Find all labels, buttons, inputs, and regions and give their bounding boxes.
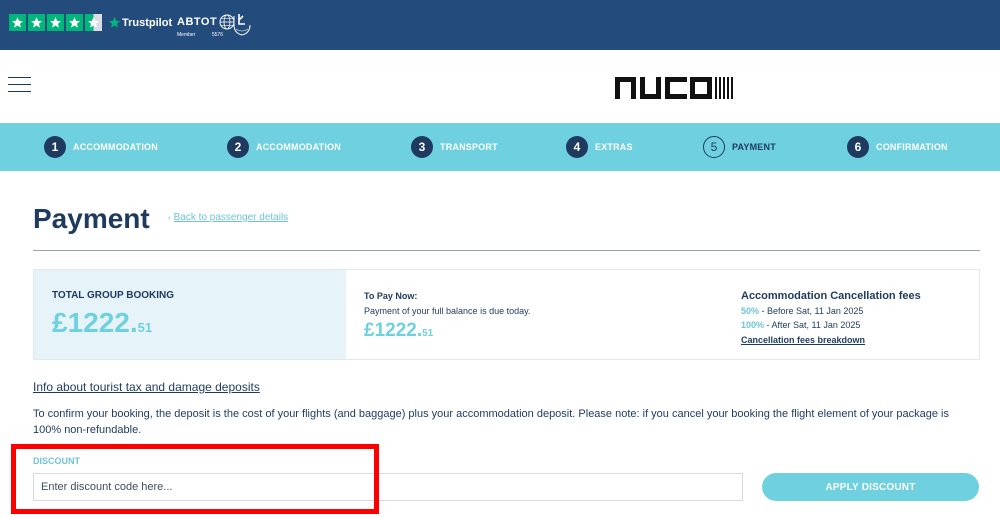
trustpilot-star-icon xyxy=(109,17,120,28)
abtot-badge: ABTOT Member 5576 xyxy=(177,14,235,38)
cancellation-fee-percent: 50% xyxy=(741,306,760,316)
step-number: 1 xyxy=(44,136,66,158)
step-accommodation-2[interactable]: 2 ACCOMMODATION xyxy=(227,136,341,158)
page-title: Payment xyxy=(33,203,150,234)
cancellation-fee-text: - After Sat, 11 Jan 2025 xyxy=(764,320,861,330)
step-number: 5 xyxy=(703,136,725,158)
top-bar: Trustpilot ABTOT Member 5576 xyxy=(0,0,1000,50)
to-pay-amount-main: £1222 xyxy=(364,320,417,341)
to-pay-amount-cents: 51 xyxy=(422,328,434,339)
booking-summary: TOTAL GROUP BOOKING £1222.51 To Pay Now:… xyxy=(33,269,980,360)
step-transport[interactable]: 3 TRANSPORT xyxy=(411,136,498,158)
brand-logo[interactable] xyxy=(614,75,736,106)
star-icon xyxy=(66,14,83,31)
total-amount: £1222.51 xyxy=(52,307,153,338)
to-pay-now-note: Payment of your full balance is due toda… xyxy=(364,306,531,316)
step-number: 2 xyxy=(227,136,249,158)
chevron-left-icon: ‹ xyxy=(168,213,171,222)
step-payment[interactable]: 5 PAYMENT xyxy=(703,136,776,158)
total-group-booking-label: TOTAL GROUP BOOKING xyxy=(52,290,175,301)
abtot-member-label: Member xyxy=(177,32,196,38)
step-number: 4 xyxy=(566,136,588,158)
step-accommodation-1[interactable]: 1 ACCOMMODATION xyxy=(44,136,158,158)
step-label: CONFIRMATION xyxy=(876,142,948,152)
step-label: ACCOMMODATION xyxy=(73,142,158,152)
star-icon xyxy=(28,14,45,31)
cancellation-fees-title: Accommodation Cancellation fees xyxy=(741,290,921,302)
discount-label: DISCOUNT xyxy=(33,456,80,466)
cancellation-fee-text: - Before Sat, 11 Jan 2025 xyxy=(759,306,864,316)
trustpilot-logo: Trustpilot xyxy=(108,16,172,29)
cancellation-fees-breakdown-link[interactable]: Cancellation fees breakdown xyxy=(741,335,865,345)
to-pay-now-label: To Pay Now: xyxy=(364,291,418,301)
tourist-tax-info-link[interactable]: Info about tourist tax and damage deposi… xyxy=(33,380,260,394)
apply-discount-button[interactable]: APPLY DISCOUNT xyxy=(762,473,979,501)
star-icon xyxy=(9,14,26,31)
divider xyxy=(33,250,980,251)
cancellation-fee-row: 50% - Before Sat, 11 Jan 2025 xyxy=(741,306,921,316)
protected-badge xyxy=(229,11,255,42)
star-icon xyxy=(47,14,64,31)
step-label: ACCOMMODATION xyxy=(256,142,341,152)
back-to-passenger-details-link[interactable]: ‹ Back to passenger details xyxy=(168,212,288,223)
hamburger-icon[interactable] xyxy=(8,77,31,93)
deposit-info-text: To confirm your booking, the deposit is … xyxy=(33,408,949,436)
abtot-member-number: 5576 xyxy=(211,32,223,38)
cancellation-fee-percent: 100% xyxy=(741,320,765,330)
step-label: PAYMENT xyxy=(732,142,776,152)
total-group-booking-panel: TOTAL GROUP BOOKING £1222.51 xyxy=(34,270,346,359)
half-star-icon xyxy=(85,14,102,31)
abtot-title: ABTOT xyxy=(177,16,218,28)
back-link-label: Back to passenger details xyxy=(173,212,289,223)
to-pay-now-panel: To Pay Now: Payment of your full balance… xyxy=(346,270,736,359)
step-confirmation[interactable]: 6 CONFIRMATION xyxy=(847,136,948,158)
to-pay-now-amount: £1222.51 xyxy=(364,320,434,341)
step-number: 6 xyxy=(847,136,869,158)
total-amount-cents: 51 xyxy=(137,320,153,335)
protected-seal-icon xyxy=(233,14,251,36)
nuco-logo-icon xyxy=(615,77,733,99)
discount-code-input[interactable] xyxy=(33,473,743,501)
trustpilot-rating[interactable]: Trustpilot xyxy=(9,14,172,31)
step-label: TRANSPORT xyxy=(440,142,498,152)
step-extras[interactable]: 4 EXTRAS xyxy=(566,136,633,158)
checkout-steps: 1 ACCOMMODATION 2 ACCOMMODATION 3 TRANSP… xyxy=(0,123,1000,171)
cancellation-fee-row: 100% - After Sat, 11 Jan 2025 xyxy=(741,320,921,330)
trustpilot-label: Trustpilot xyxy=(122,16,173,29)
total-amount-main: £1222 xyxy=(52,307,130,338)
step-label: EXTRAS xyxy=(595,142,633,152)
step-number: 3 xyxy=(411,136,433,158)
cancellation-fees-panel: Accommodation Cancellation fees 50% - Be… xyxy=(736,270,921,359)
